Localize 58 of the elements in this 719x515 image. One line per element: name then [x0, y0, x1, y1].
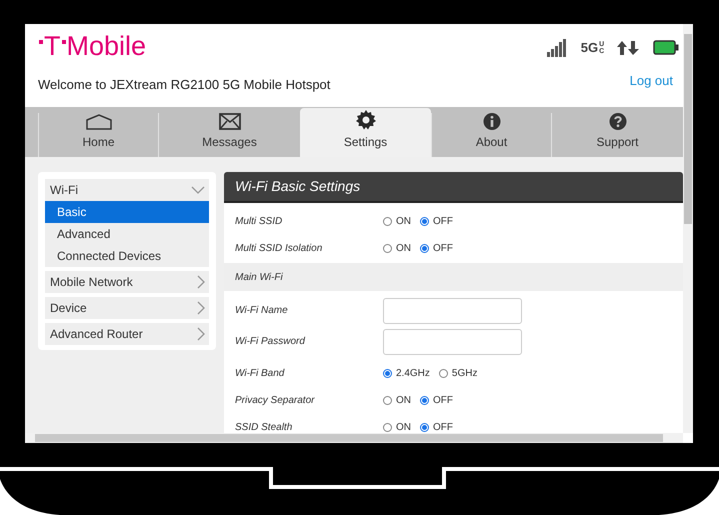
welcome-text: Welcome to JEXtream RG2100 5G Mobile Hotspot — [38, 76, 330, 94]
logo: T Mobile — [38, 33, 146, 60]
menu-item[interactable]: Basic — [45, 201, 209, 223]
logout-link[interactable]: Log out — [630, 71, 673, 90]
radio-button[interactable] — [383, 244, 392, 253]
signal-icon — [546, 38, 567, 57]
scroll-thumb[interactable] — [35, 434, 663, 442]
option-label: ON — [396, 394, 411, 408]
radio-button[interactable] — [420, 423, 429, 432]
radio-button[interactable] — [420, 217, 429, 226]
menu-item[interactable]: Advanced — [45, 223, 209, 245]
up-down-arrows-icon — [617, 40, 639, 55]
chevron-right-icon — [197, 301, 205, 315]
chevron-right-icon — [197, 275, 205, 289]
option-label: OFF — [433, 421, 453, 433]
option-label: OFF — [433, 394, 453, 408]
field-label: Wi-Fi Password — [235, 335, 306, 349]
menu-group[interactable]: Advanced Router — [45, 323, 209, 345]
panel-header: Wi-Fi Basic Settings — [224, 172, 683, 203]
info-icon — [480, 113, 502, 130]
radio-button[interactable] — [383, 396, 392, 405]
option-label: OFF — [433, 215, 453, 229]
field-label: Wi-Fi Band — [235, 367, 286, 381]
field-label: SSID Stealth — [235, 421, 294, 433]
horizontal-scrollbar[interactable] — [25, 433, 683, 443]
radio-button[interactable] — [438, 369, 448, 378]
input-field[interactable] — [383, 328, 522, 354]
envelope-icon — [218, 113, 240, 130]
menu-group[interactable]: Wi-Fi — [45, 179, 209, 201]
menu-group[interactable]: Mobile Network — [45, 271, 209, 293]
settings-icon — [356, 110, 376, 130]
scroll-thumb[interactable] — [684, 34, 692, 224]
help-icon — [606, 113, 628, 130]
battery-icon — [653, 40, 679, 56]
field-label: Multi SSID Isolation — [235, 242, 324, 256]
nav-tab[interactable]: Settings — [300, 108, 431, 157]
option-label: ON — [396, 242, 411, 256]
field-label: Privacy Separator — [235, 394, 316, 408]
option-label: 2.4GHz — [396, 367, 430, 381]
field-label: Multi SSID — [235, 215, 284, 229]
option-label: ON — [396, 215, 411, 229]
radio-button[interactable] — [383, 369, 392, 378]
field-label: Main Wi-Fi — [235, 270, 284, 284]
input-field[interactable] — [383, 298, 522, 324]
menu-item[interactable]: Connected Devices — [45, 245, 209, 267]
chevron-right-icon — [197, 327, 205, 341]
vertical-scrollbar[interactable] — [683, 24, 693, 433]
radio-button[interactable] — [383, 423, 392, 432]
field-label: Wi-Fi Name — [235, 304, 289, 318]
menu-group[interactable]: Device — [45, 297, 209, 319]
radio-button[interactable] — [420, 396, 429, 405]
option-label: OFF — [433, 242, 453, 256]
option-label: 5GHz — [452, 367, 478, 381]
option-label: ON — [396, 421, 411, 433]
house-icon — [84, 114, 112, 130]
radio-button[interactable] — [420, 244, 429, 253]
chevron-down-icon — [191, 186, 205, 194]
radio-button[interactable] — [383, 217, 392, 226]
